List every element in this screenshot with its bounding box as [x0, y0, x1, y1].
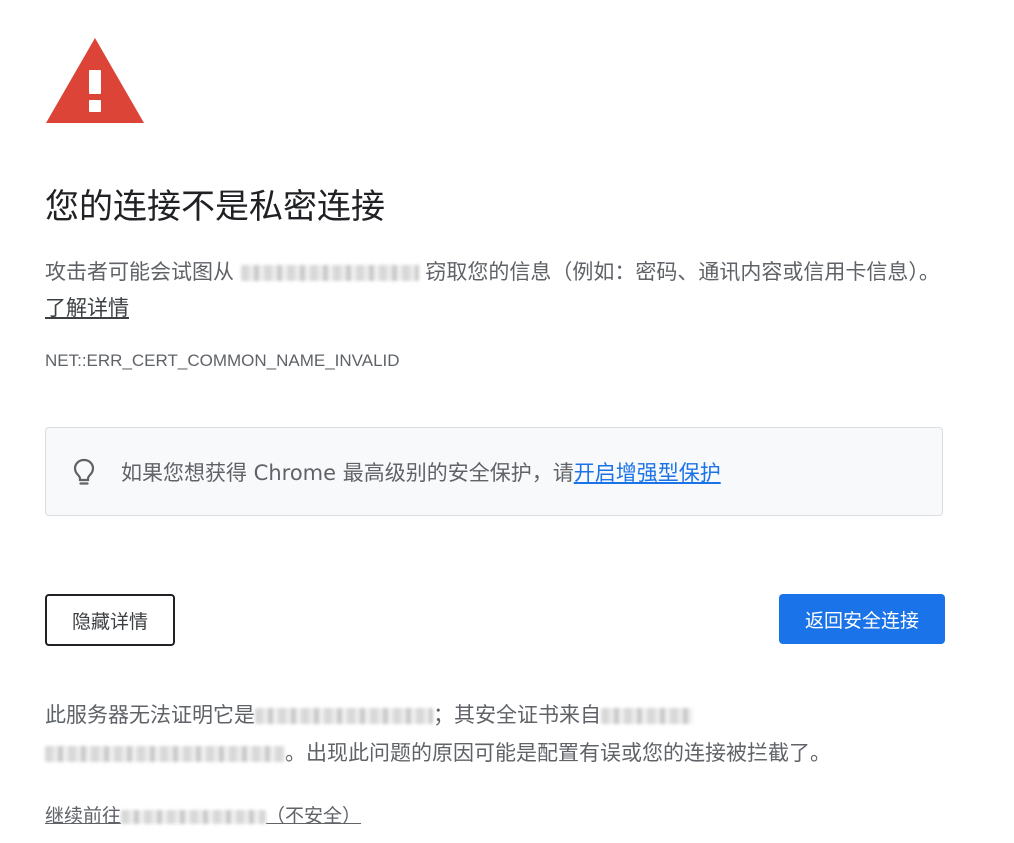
proceed-unsafe-link[interactable]: 继续前往 （不安全） — [45, 800, 361, 832]
error-code: NET::ERR_CERT_COMMON_NAME_INVALID — [45, 351, 400, 370]
redacted-hostname — [255, 708, 433, 724]
back-to-safety-button[interactable]: 返回安全连接 — [779, 594, 945, 644]
proceed-before: 继续前往 — [45, 805, 122, 827]
redacted-hostname — [240, 265, 419, 281]
promo-description: 如果您想获得 Chrome 最高级别的安全保护，请 — [121, 461, 574, 485]
page-title: 您的连接不是私密连接 — [45, 187, 385, 227]
redacted-hostname — [121, 809, 267, 824]
intro-after: 窃取您的信息（例如：密码、通讯内容或信用卡信息）。 — [425, 260, 940, 284]
intro-before: 攻击者可能会试图从 — [45, 260, 234, 284]
warning-triangle-icon — [45, 36, 145, 124]
redacted-issuer-continued — [45, 746, 285, 762]
enable-enhanced-protection-link[interactable]: 开启增强型保护 — [574, 461, 721, 485]
promo-text: 如果您想获得 Chrome 最高级别的安全保护，请开启增强型保护 — [121, 456, 721, 490]
details-part3: 。出现此问题的原因可能是配置有误或您的连接被拦截了。 — [285, 741, 831, 765]
proceed-after: （不安全） — [266, 805, 362, 827]
redacted-issuer — [601, 708, 693, 724]
learn-more-link[interactable]: 了解详情 — [45, 296, 129, 320]
lightbulb-icon — [72, 458, 96, 488]
intro-text: 攻击者可能会试图从 窃取您的信息（例如：密码、通讯内容或信用卡信息）。了解详情 — [45, 254, 945, 326]
enhanced-protection-promo: 如果您想获得 Chrome 最高级别的安全保护，请开启增强型保护 — [45, 427, 943, 516]
details-text: 此服务器无法证明它是 ；其安全证书来自。出现此问题的原因可能是配置有误或您的连接被… — [45, 696, 945, 772]
details-part2: ；其安全证书来自 — [433, 703, 601, 727]
hide-details-button[interactable]: 隐藏详情 — [45, 594, 175, 646]
details-part1: 此服务器无法证明它是 — [45, 703, 255, 727]
